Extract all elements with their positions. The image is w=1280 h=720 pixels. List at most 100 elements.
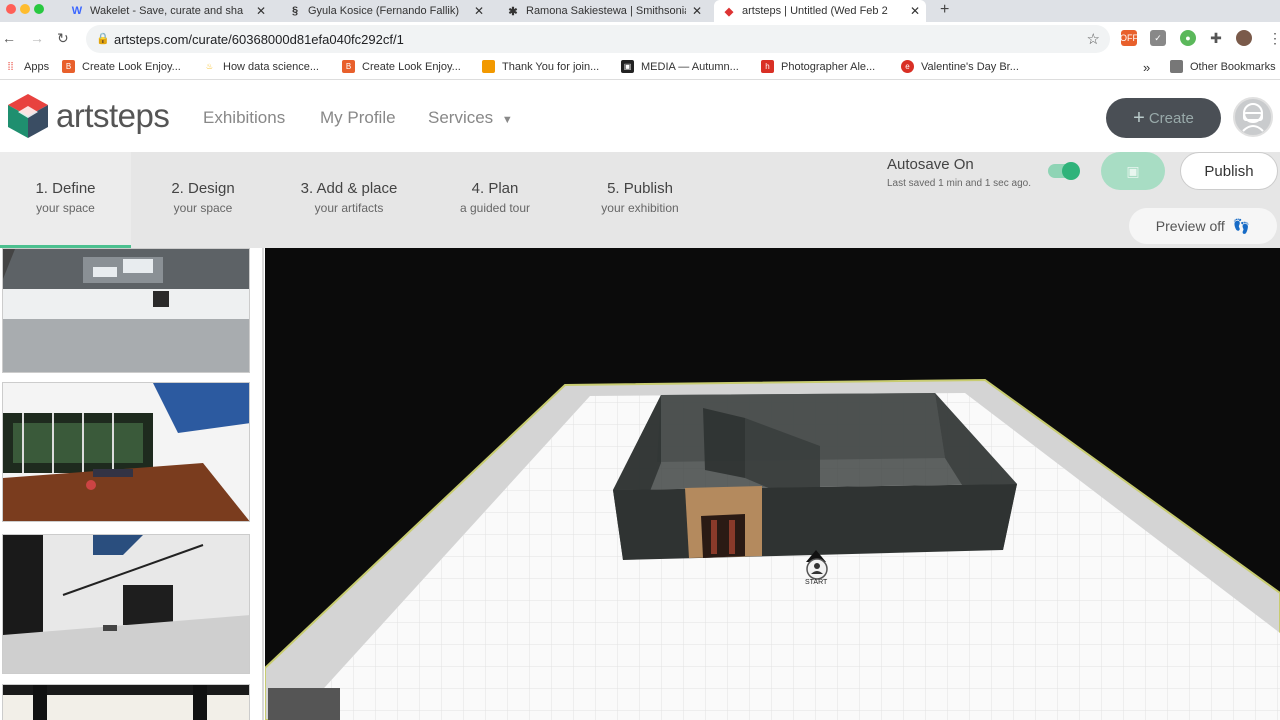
extension-circle-icon[interactable]: ● [1180, 30, 1196, 46]
step-define[interactable]: 1. Define your space [0, 152, 131, 248]
bookmark-star-icon[interactable]: ☆ [1087, 30, 1100, 48]
browser-tab-active[interactable]: ◆ artsteps | Untitled (Wed Feb 2 ✕ [714, 0, 926, 22]
step-title: 2. Design [171, 180, 235, 197]
step-subtitle: your space [173, 201, 233, 215]
close-tab-icon[interactable]: ✕ [474, 4, 484, 18]
bookmark-label: Create Look Enjoy... [362, 60, 461, 73]
close-tab-icon[interactable]: ✕ [910, 4, 920, 18]
wakelet-favicon-icon: W [71, 5, 83, 17]
preview-label: Preview off [1155, 218, 1225, 234]
tab-title: Gyula Kosice (Fernando Fallik) [308, 5, 460, 17]
vr-headset-icon [1242, 103, 1264, 132]
bookmark-item[interactable]: B Create Look Enjoy... [342, 60, 461, 73]
template-preview-image [3, 535, 249, 673]
apps-grid-icon: ⁞⁞ [7, 60, 14, 73]
step-subtitle: your space [36, 201, 95, 215]
artsteps-favicon-icon: ◆ [724, 5, 734, 18]
bookmark-item[interactable]: Thank You for join... [482, 60, 599, 73]
tab-title: Ramona Sakiestewa | Smithsonia [526, 5, 686, 17]
bookmark-item[interactable]: e Valentine's Day Br... [901, 60, 1019, 73]
preview-toggle-button[interactable]: Preview off 👣 [1129, 208, 1277, 244]
extensions-puzzle-icon[interactable]: ✚ [1208, 30, 1224, 46]
smithsonian-favicon-icon: ✱ [508, 5, 518, 18]
step-title: 1. Define [35, 180, 96, 197]
create-label: Create [1148, 109, 1194, 127]
door-panel [729, 520, 735, 554]
space-template-thumbnail[interactable] [2, 248, 250, 373]
bookmark-apps[interactable]: ⁞⁞ Apps [4, 60, 49, 73]
publish-button[interactable]: Publish [1180, 152, 1278, 190]
back-arrow-icon[interactable]: ← [2, 30, 16, 46]
extension-off-icon[interactable]: OFF [1120, 30, 1138, 46]
browser-tab[interactable]: ✱ Ramona Sakiestewa | Smithsonia ✕ [498, 0, 708, 22]
houzz-icon: h [761, 60, 774, 73]
bookmark-item[interactable]: h Photographer Ale... [761, 60, 875, 73]
browser-menu-icon[interactable]: ⋮ [1268, 30, 1280, 47]
step-publish[interactable]: 5. Publish your exhibition [584, 152, 696, 248]
step-plan[interactable]: 4. Plan a guided tour [440, 152, 550, 248]
bookmark-item[interactable]: ▣ MEDIA — Autumn... [621, 60, 739, 73]
profile-avatar-icon[interactable] [1236, 30, 1252, 46]
reload-icon[interactable]: ↻ [57, 30, 69, 47]
space-template-thumbnail[interactable] [2, 382, 250, 522]
nav-services-label: Services [428, 108, 494, 127]
browser-toolbar: ← → ↻ 🔒 artsteps.com/curate/60368000d81e… [0, 22, 1280, 56]
nav-services[interactable]: Services ▼ [428, 108, 513, 128]
tab-title: artsteps | Untitled (Wed Feb 2 [742, 5, 888, 17]
artsteps-logo-icon[interactable] [6, 92, 50, 140]
close-tab-icon[interactable]: ✕ [692, 4, 702, 18]
autosave-label: Autosave On [887, 156, 974, 173]
step-design[interactable]: 2. Design your space [140, 152, 266, 248]
bookmark-label: Apps [24, 60, 50, 73]
logo-text[interactable]: artsteps [56, 97, 170, 135]
caret-down-icon: ▼ [501, 114, 513, 126]
minimize-window-dot[interactable] [20, 4, 30, 14]
partition-wall [703, 408, 745, 478]
more-bookmarks-chevron[interactable]: » [1143, 60, 1150, 75]
close-window-dot[interactable] [6, 4, 16, 14]
tab-favicon-icon: § [291, 5, 299, 17]
bookmark-label: Photographer Ale... [781, 60, 876, 73]
space-template-thumbnail[interactable] [2, 684, 250, 720]
bookmark-favicon-icon [482, 60, 495, 73]
footprints-icon: 👣 [1232, 217, 1251, 234]
autosave-toggle[interactable] [1048, 162, 1080, 180]
bookmark-label: Valentine's Day Br... [921, 60, 1019, 73]
step-title: 5. Publish [607, 180, 673, 197]
step-subtitle: a guided tour [459, 201, 531, 215]
media-icon: ▣ [621, 60, 634, 73]
template-preview-image [3, 685, 249, 720]
space-templates-panel[interactable] [0, 248, 264, 720]
forward-arrow-icon[interactable]: → [30, 30, 44, 46]
space-template-thumbnail[interactable] [2, 534, 250, 674]
maximize-window-dot[interactable] [34, 4, 44, 14]
other-bookmarks[interactable]: Other Bookmarks [1170, 60, 1276, 73]
user-avatar[interactable] [1233, 97, 1273, 137]
address-bar[interactable]: 🔒 artsteps.com/curate/60368000d81efa040f… [86, 25, 1110, 53]
curation-steps-bar: 1. Define your space 2. Design your spac… [0, 152, 1280, 248]
create-button[interactable]: + Create [1106, 98, 1221, 138]
step-subtitle: your artifacts [314, 201, 384, 215]
bookmark-item[interactable]: ♨ How data science... [203, 60, 319, 73]
folder-icon [1170, 60, 1183, 73]
entrance-door[interactable] [701, 514, 745, 558]
floppy-disk-icon: ▣ [1126, 162, 1140, 179]
nav-exhibitions[interactable]: Exhibitions [203, 108, 285, 128]
new-tab-button[interactable]: + [940, 0, 949, 20]
extension-chart-icon[interactable]: ✓ [1150, 30, 1166, 46]
bookmark-item[interactable]: B Create Look Enjoy... [62, 60, 181, 73]
browser-tab[interactable]: W Wakelet - Save, curate and sha ✕ [62, 0, 272, 22]
3d-viewport[interactable]: START [265, 248, 1280, 720]
minimap-toggle[interactable] [268, 688, 340, 720]
torch-icon: ♨ [205, 62, 214, 71]
exhibition-floor-scene[interactable]: START [265, 248, 1280, 720]
browser-tab[interactable]: § Gyula Kosice (Fernando Fallik) ✕ [280, 0, 490, 22]
step-add-place[interactable]: 3. Add & place your artifacts [282, 152, 416, 248]
template-preview-image [3, 249, 249, 372]
nav-my-profile[interactable]: My Profile [320, 108, 396, 128]
bookmark-label: Other Bookmarks [1190, 60, 1276, 73]
bookmark-label: Create Look Enjoy... [82, 60, 181, 73]
close-tab-icon[interactable]: ✕ [256, 4, 266, 18]
save-button[interactable]: ▣ [1101, 152, 1165, 190]
step-title: 3. Add & place [300, 180, 398, 197]
